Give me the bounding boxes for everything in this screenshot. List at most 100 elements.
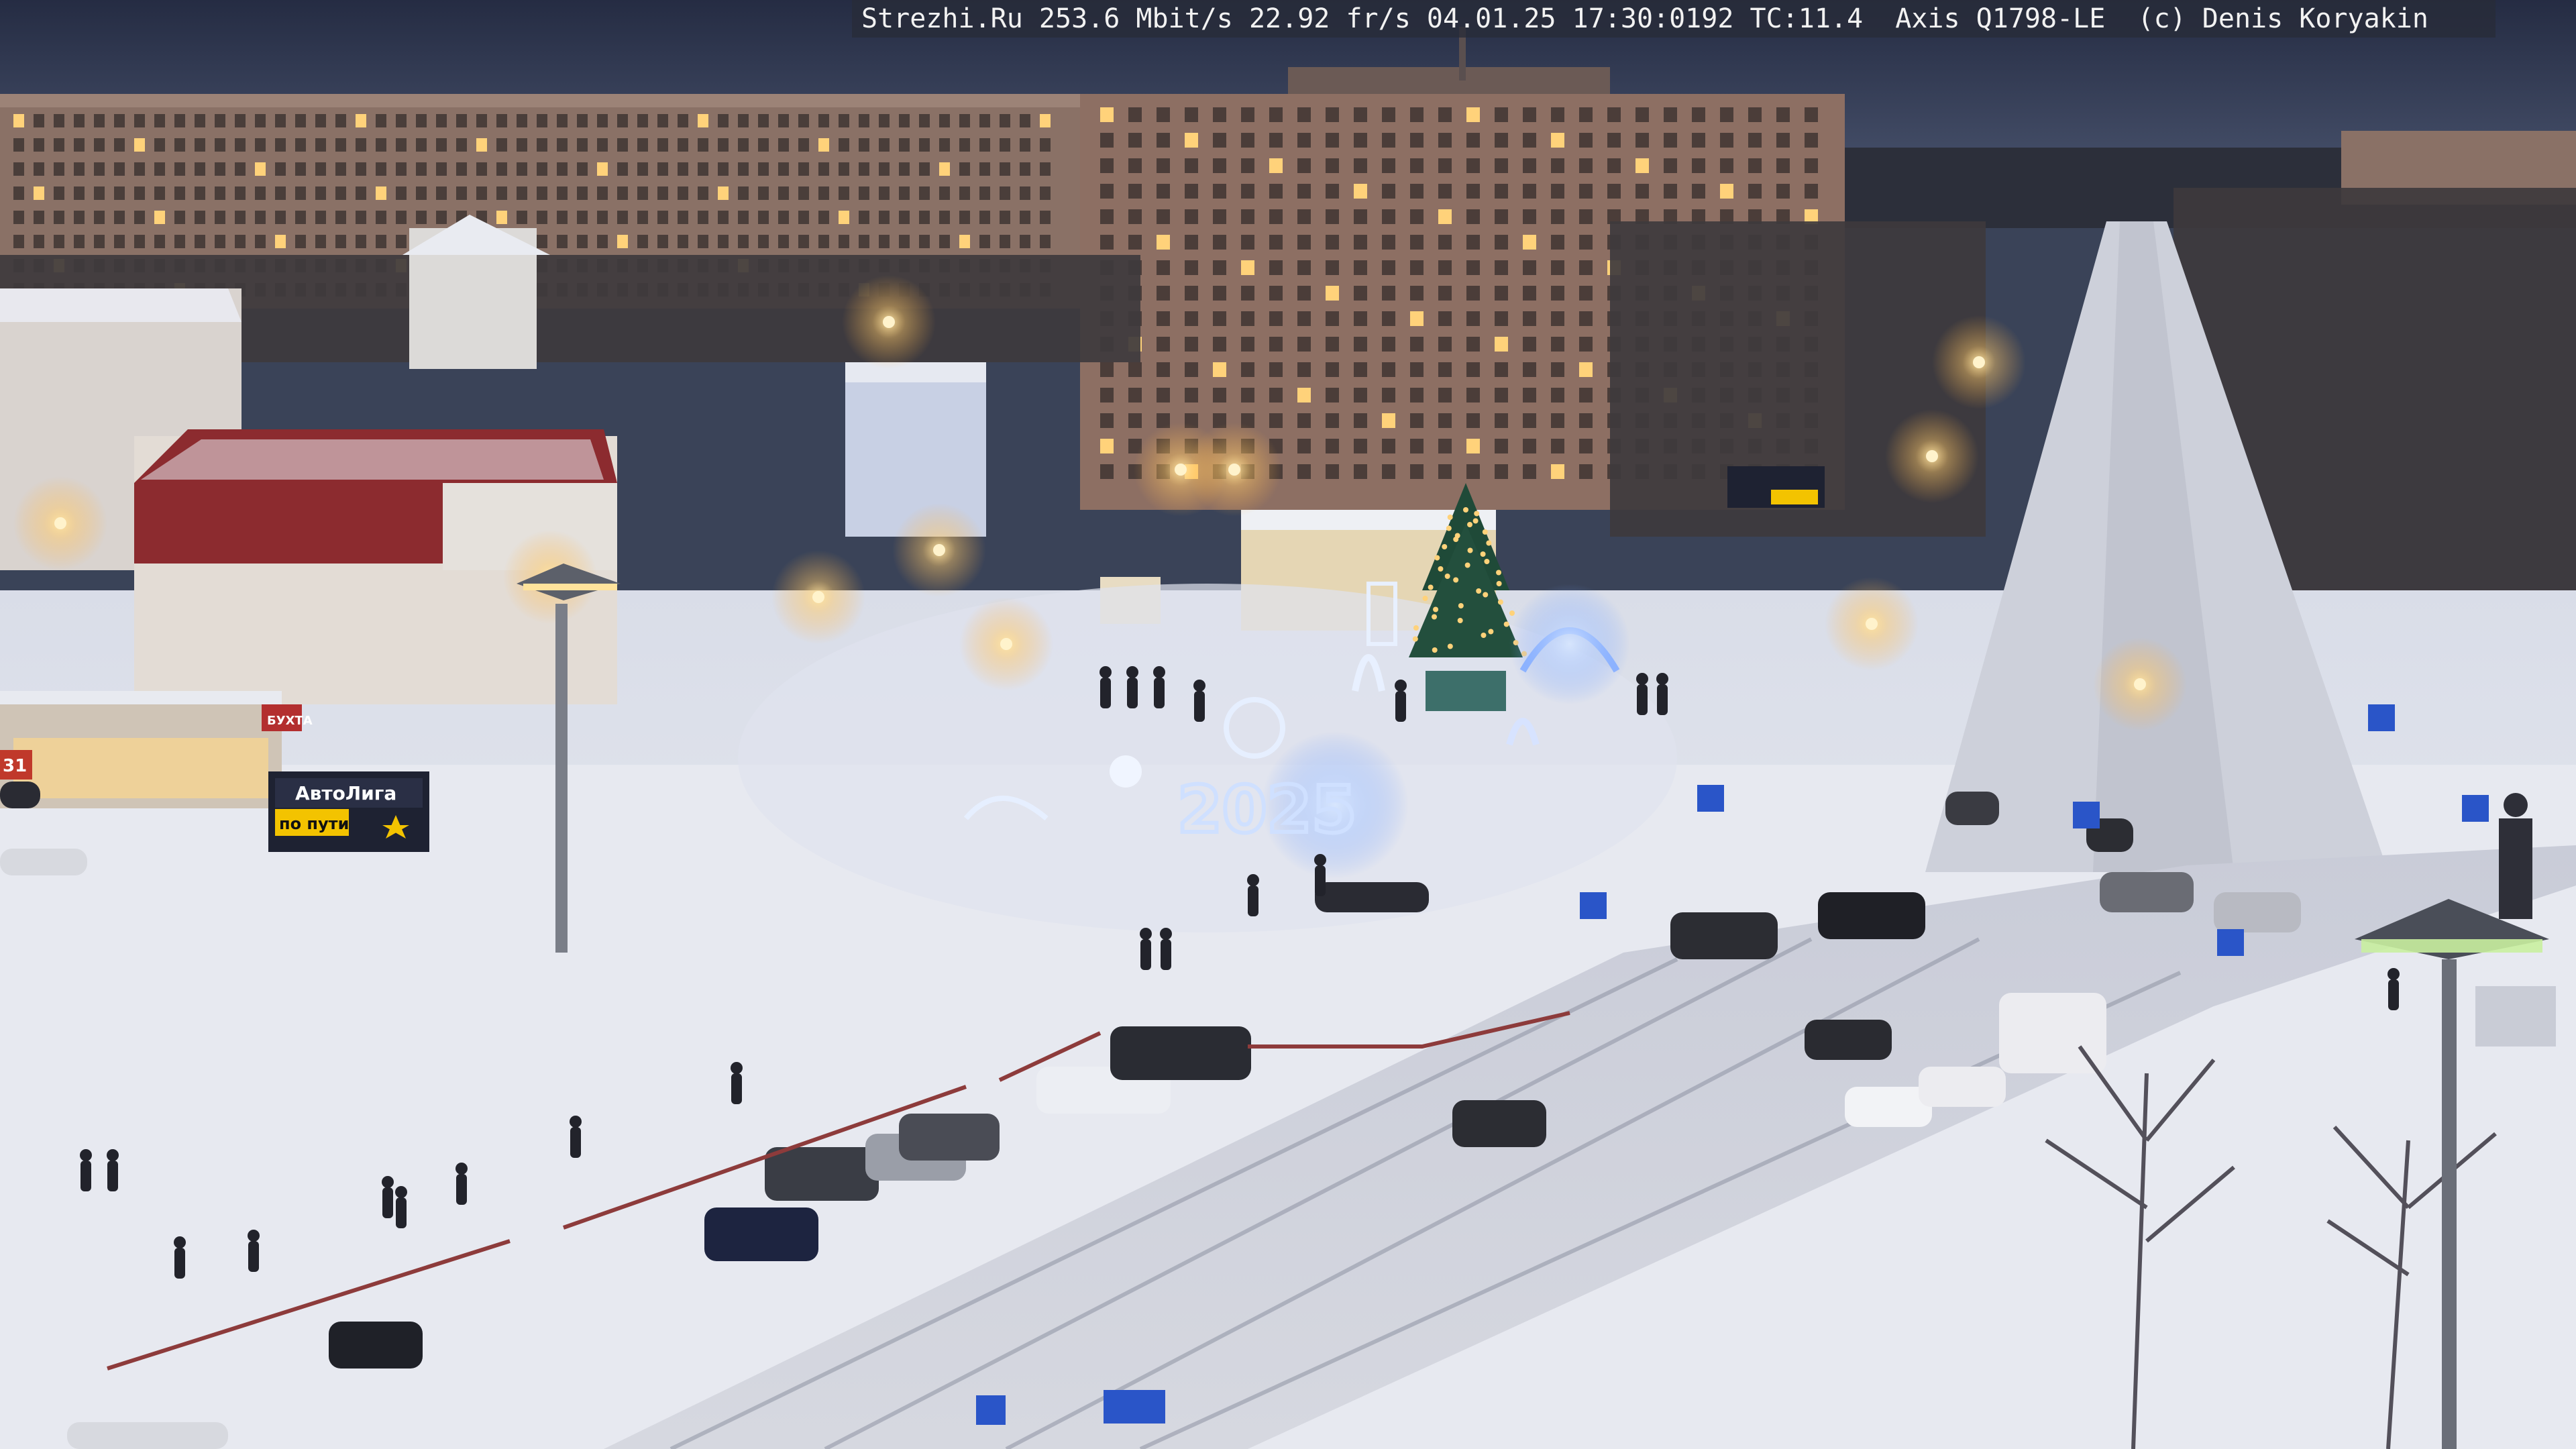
- window: [1523, 286, 1536, 301]
- window: [94, 138, 105, 152]
- webcam-scene: БУХТА 31 2025 АвтоЛига по пути: [0, 0, 2576, 1449]
- window: [718, 211, 729, 224]
- window: [1551, 158, 1564, 173]
- window: [1269, 388, 1283, 402]
- window: [1354, 260, 1367, 275]
- person: [1154, 678, 1165, 708]
- led-ball: [1110, 755, 1142, 788]
- car: [1452, 1100, 1546, 1147]
- window: [1438, 362, 1452, 377]
- window: [778, 114, 789, 127]
- tree-light: [1432, 614, 1438, 620]
- person-head: [731, 1062, 743, 1074]
- tree-light: [1442, 544, 1448, 549]
- window: [1805, 158, 1818, 173]
- window: [1157, 209, 1170, 224]
- tree-light: [1458, 603, 1464, 608]
- window: [1297, 439, 1311, 453]
- window: [1100, 184, 1114, 199]
- window: [1241, 209, 1254, 224]
- window: [1382, 388, 1395, 402]
- window: [1241, 235, 1254, 250]
- person-head: [174, 1236, 186, 1248]
- window: [718, 114, 729, 127]
- window: [1354, 337, 1367, 352]
- window: [1326, 107, 1339, 122]
- window: [1297, 286, 1311, 301]
- window: [1000, 138, 1010, 152]
- tree-light: [1413, 625, 1419, 631]
- window: [1466, 337, 1480, 352]
- window: [174, 138, 185, 152]
- window: [174, 186, 185, 200]
- window: [1410, 439, 1424, 453]
- window: [1100, 209, 1114, 224]
- window: [1326, 184, 1339, 199]
- window: [94, 162, 105, 176]
- window: [718, 162, 729, 176]
- window: [899, 211, 910, 224]
- window: [1382, 362, 1395, 377]
- person-head: [1314, 854, 1326, 866]
- tree-light: [1434, 555, 1440, 561]
- window: [1382, 413, 1395, 428]
- window: [1382, 107, 1395, 122]
- window: [1466, 209, 1480, 224]
- window: [557, 235, 568, 248]
- tree-light: [1444, 574, 1450, 579]
- street-lamp: [1000, 638, 1012, 650]
- window: [54, 211, 64, 224]
- window: [899, 186, 910, 200]
- window: [1720, 133, 1733, 148]
- person: [1127, 678, 1138, 708]
- person: [1161, 939, 1171, 970]
- window: [839, 114, 849, 127]
- street-lamp: [883, 316, 895, 328]
- window: [1635, 184, 1649, 199]
- window: [1382, 260, 1395, 275]
- window: [1551, 260, 1564, 275]
- window: [1157, 184, 1170, 199]
- window: [1551, 439, 1564, 453]
- window: [1410, 158, 1424, 173]
- tree-light: [1484, 559, 1490, 564]
- window: [879, 138, 890, 152]
- window: [1297, 209, 1311, 224]
- window: [335, 162, 346, 176]
- window: [818, 211, 829, 224]
- window: [1354, 388, 1367, 402]
- window: [174, 235, 185, 248]
- window: [34, 235, 44, 248]
- window: [1523, 235, 1536, 250]
- tree-light: [1503, 621, 1509, 627]
- window: [335, 138, 346, 152]
- window: [839, 162, 849, 176]
- window: [496, 162, 507, 176]
- window: [979, 235, 990, 248]
- window: [1579, 209, 1593, 224]
- window: [74, 211, 85, 224]
- window: [798, 235, 809, 248]
- winter-town-view: БУХТА 31 2025 АвтоЛига по пути: [0, 0, 2576, 1449]
- window: [1100, 413, 1114, 428]
- window: [34, 186, 44, 200]
- window: [215, 211, 225, 224]
- window: [1551, 413, 1564, 428]
- window: [577, 211, 588, 224]
- window: [134, 138, 145, 152]
- window: [1128, 184, 1142, 199]
- street-lamp: [54, 517, 66, 529]
- window: [1438, 184, 1452, 199]
- window: [1748, 184, 1762, 199]
- window: [1523, 184, 1536, 199]
- person: [174, 1248, 185, 1279]
- person-head: [455, 1163, 468, 1175]
- window: [416, 186, 427, 200]
- window: [818, 138, 829, 152]
- street-lamp: [1175, 464, 1187, 476]
- window: [1551, 107, 1564, 122]
- window: [1438, 260, 1452, 275]
- window: [1495, 260, 1508, 275]
- window: [979, 138, 990, 152]
- window: [1128, 107, 1142, 122]
